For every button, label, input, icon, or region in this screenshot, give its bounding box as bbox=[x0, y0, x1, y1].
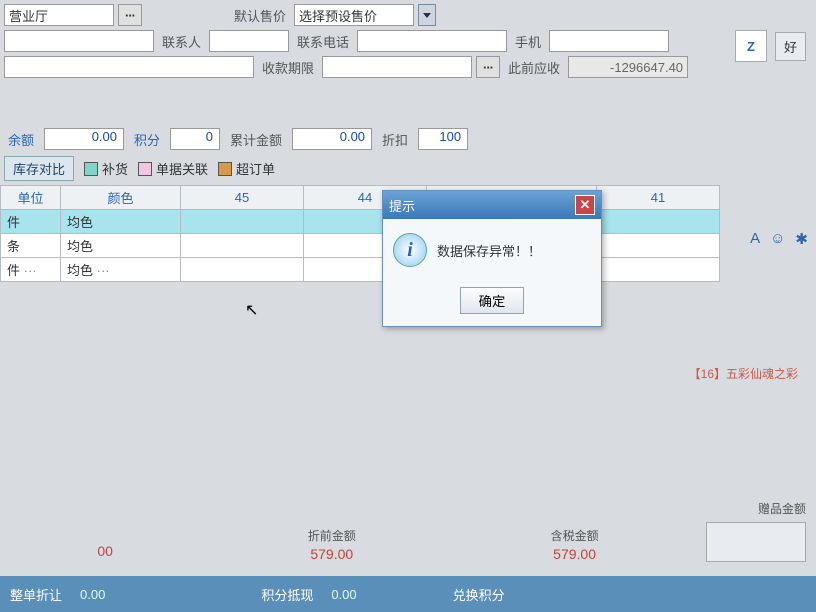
cursor-icon: ↖ bbox=[245, 300, 258, 320]
discount-label: 折扣 bbox=[378, 130, 412, 149]
bb-l1: 整单折让 bbox=[10, 585, 62, 604]
acc-value: 0.00 bbox=[292, 128, 372, 150]
cell-color: 均色 bbox=[67, 263, 93, 278]
gift-label: 赠品金额 bbox=[758, 500, 806, 517]
chevron-down-icon bbox=[423, 13, 431, 18]
table-row[interactable]: 条 均色 bbox=[1, 234, 720, 258]
cell-unit: 条 bbox=[1, 234, 61, 258]
left-total-label bbox=[97, 527, 113, 541]
item-link[interactable]: 【16】五彩仙魂之彩 bbox=[689, 365, 798, 382]
legend-over-label: 超订单 bbox=[236, 159, 275, 178]
linked-swatch-icon bbox=[138, 162, 152, 176]
compare-stock-button[interactable]: 库存对比 bbox=[4, 156, 74, 181]
text-tool-icon[interactable]: A bbox=[750, 230, 760, 248]
taxed-label: 含税金额 bbox=[551, 527, 599, 544]
cell-unit: 件 bbox=[7, 263, 20, 278]
due-label: 收款期限 bbox=[258, 58, 318, 77]
gift-box bbox=[706, 522, 806, 562]
dept-field[interactable]: 营业厅 bbox=[4, 4, 114, 26]
over-swatch-icon bbox=[218, 162, 232, 176]
phone-label: 联系电话 bbox=[293, 32, 353, 51]
mobile-field[interactable] bbox=[549, 30, 669, 52]
close-icon: ✕ bbox=[580, 197, 591, 213]
legend-restock: 补货 bbox=[84, 159, 128, 178]
mic-icon[interactable]: ✱ bbox=[795, 230, 808, 248]
bb-l2: 积分抵现 bbox=[261, 585, 313, 604]
default-price-dropdown-button[interactable] bbox=[418, 4, 436, 26]
mobile-label: 手机 bbox=[511, 32, 545, 51]
prior-label: 此前应收 bbox=[504, 58, 564, 77]
cell-color: 均色 bbox=[61, 234, 181, 258]
prior-value: -1296647.40 bbox=[568, 56, 688, 78]
contact-field[interactable] bbox=[209, 30, 289, 52]
col-color[interactable]: 颜色 bbox=[61, 186, 181, 210]
app-logo-icon: Z bbox=[735, 30, 767, 62]
discount-value: 100 bbox=[418, 128, 468, 150]
legend-linked: 单据关联 bbox=[138, 159, 208, 178]
contact-label: 联系人 bbox=[158, 32, 205, 51]
cell-unit: 件 bbox=[1, 210, 61, 234]
restock-swatch-icon bbox=[84, 162, 98, 176]
balance-label: 余额 bbox=[4, 130, 38, 149]
info-icon: i bbox=[393, 233, 427, 267]
side-button[interactable]: 好 bbox=[775, 32, 806, 61]
dept-lookup-button[interactable]: ··· bbox=[118, 4, 142, 26]
taxed-val: 579.00 bbox=[551, 546, 599, 562]
blank-field-1[interactable] bbox=[4, 30, 154, 52]
ok-button[interactable]: 确定 bbox=[460, 287, 525, 314]
points-value: 0 bbox=[170, 128, 220, 150]
table-row[interactable]: 件 ··· 均色 ··· bbox=[1, 258, 720, 282]
bottom-toolbar: 整单折让 0.00 积分抵现 0.00 兑换积分 bbox=[0, 576, 816, 612]
bb-v1: 0.00 bbox=[80, 587, 105, 602]
pre-discount-val: 579.00 bbox=[308, 546, 356, 562]
cell-color: 均色 bbox=[61, 210, 181, 234]
items-table[interactable]: 单位 颜色 45 44 41 件 均色 条 均色 件 ··· 均色 ··· bbox=[0, 185, 720, 282]
due-field[interactable] bbox=[322, 56, 472, 78]
bb-l3: 兑换积分 bbox=[453, 585, 505, 604]
dialog-message: 数据保存异常！！ bbox=[437, 241, 541, 260]
close-button[interactable]: ✕ bbox=[575, 195, 595, 215]
table-row[interactable]: 件 均色 bbox=[1, 210, 720, 234]
blank-field-2[interactable] bbox=[4, 56, 254, 78]
legend-over: 超订单 bbox=[218, 159, 275, 178]
col-45[interactable]: 45 bbox=[181, 186, 304, 210]
balance-value: 0.00 bbox=[44, 128, 124, 150]
legend-linked-label: 单据关联 bbox=[156, 159, 208, 178]
left-total-val: 00 bbox=[97, 543, 113, 559]
default-price-label: 默认售价 bbox=[230, 6, 290, 25]
phone-field[interactable] bbox=[357, 30, 507, 52]
due-lookup-button[interactable]: ··· bbox=[476, 56, 500, 78]
default-price-select[interactable]: 选择预设售价 bbox=[294, 4, 414, 26]
dialog-title: 提示 bbox=[389, 196, 415, 215]
legend-restock-label: 补货 bbox=[102, 159, 128, 178]
smile-icon[interactable]: ☺ bbox=[770, 230, 785, 248]
acc-label: 累计金额 bbox=[226, 130, 286, 149]
col-41[interactable]: 41 bbox=[597, 186, 720, 210]
alert-dialog: 提示 ✕ i 数据保存异常！！ 确定 bbox=[382, 190, 602, 327]
pre-discount-label: 折前金额 bbox=[308, 527, 356, 544]
col-unit[interactable]: 单位 bbox=[1, 186, 61, 210]
points-label: 积分 bbox=[130, 130, 164, 149]
bb-v2: 0.00 bbox=[331, 587, 356, 602]
